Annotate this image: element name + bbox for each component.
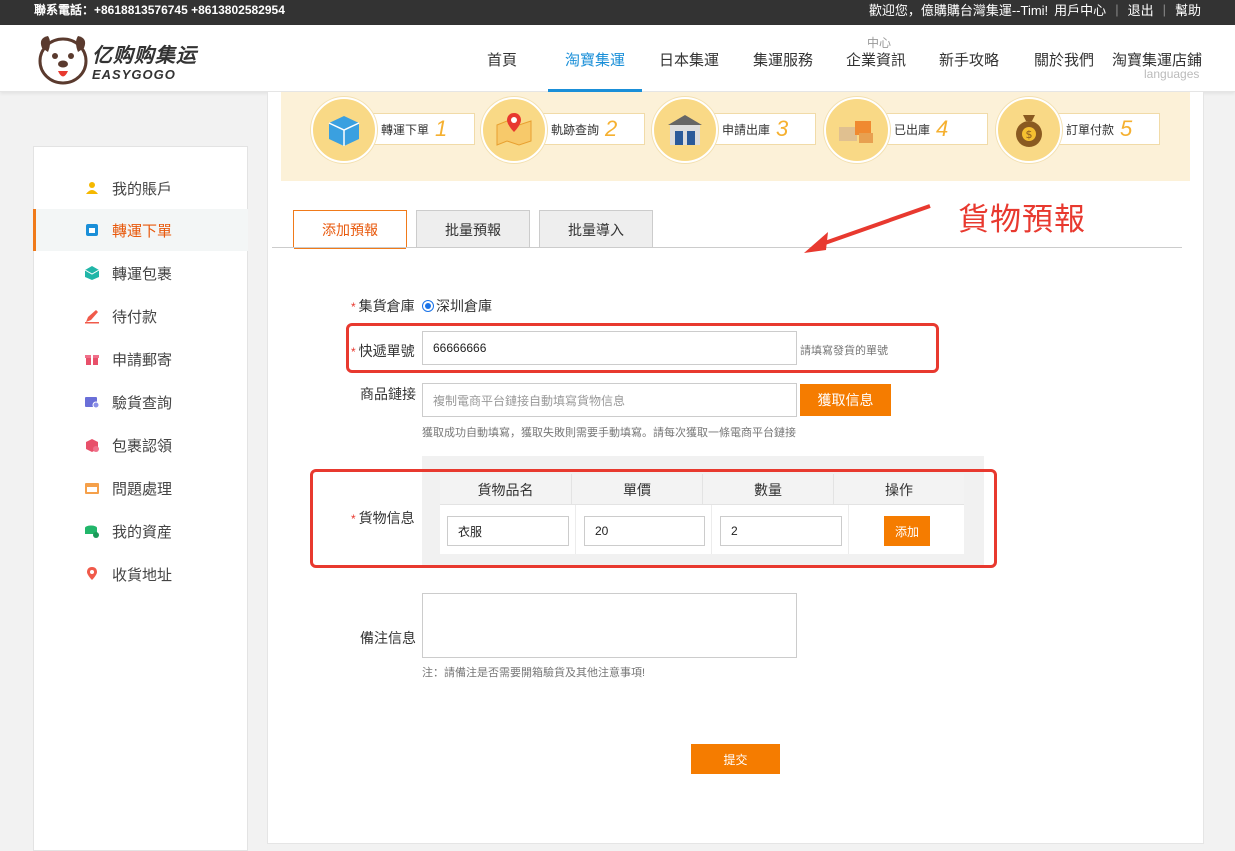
contact-phone: 聯系電話：+8618813576745 +8613802582954 <box>34 3 285 17</box>
order-icon <box>84 222 100 238</box>
tab-label: 批量預報 <box>445 221 501 238</box>
step-ribbon: 訂單付款 5 <box>1050 113 1160 145</box>
sidebar-label: 轉運下單 <box>112 222 173 240</box>
sidebar-item-forward-package[interactable]: 轉運包裹 <box>34 252 248 294</box>
annotation-arrow-icon <box>804 204 931 253</box>
step-number: 2 <box>605 116 618 141</box>
tab-label: 批量導入 <box>568 221 624 238</box>
sidebar-label: 包裹認領 <box>112 437 173 455</box>
sidebar-item-pending-payment[interactable]: 待付款 <box>34 295 248 337</box>
tabs-divider <box>272 247 1182 248</box>
sidebar-label: 我的賬戶 <box>112 180 173 198</box>
welcome-text: 歡迎您，億購購台灣集運--Timi! <box>868 2 1049 18</box>
step-number: 1 <box>435 116 448 141</box>
coins-icon <box>84 523 100 539</box>
step-label: 轉運下單 <box>381 122 430 137</box>
inspection-icon <box>84 394 100 410</box>
highlight-box-tracking <box>346 323 939 373</box>
user-center-link[interactable]: 用戶中心 <box>1054 0 1106 19</box>
submit-button[interactable]: 提交 <box>691 744 780 774</box>
warehouse-icon <box>652 97 718 163</box>
step-label: 申請出庫 <box>722 122 771 137</box>
nav-japan-shipping[interactable]: 日本集運 <box>659 49 719 70</box>
tab-add-forecast[interactable]: 添加預報 <box>293 210 407 249</box>
step-number: 4 <box>936 116 949 141</box>
nav-taobao-shipping[interactable]: 淘寶集運 <box>565 49 625 70</box>
product-link-input[interactable]: 複制電商平台鏈接自動填寫貨物信息 <box>422 383 797 417</box>
sidebar-item-package-claim[interactable]: 包裹認領 <box>34 424 248 466</box>
remark-hint: 注：請備注是否需要開箱驗貨及其他注意事項! <box>422 667 646 679</box>
highlight-box-goods <box>310 469 997 568</box>
location-pin-icon <box>84 566 100 582</box>
remark-label: 備注信息 <box>360 630 416 646</box>
step-ribbon: 轉運下單 1 <box>365 113 475 145</box>
radio-selected-icon[interactable] <box>422 300 434 312</box>
step-label: 軌跡查詢 <box>551 122 600 137</box>
sidebar-item-shipping-address[interactable]: 收貨地址 <box>34 553 248 595</box>
sidebar-item-apply-mail[interactable]: 申請郵寄 <box>34 338 248 380</box>
user-group-icon <box>84 180 100 196</box>
step-number: 5 <box>1120 116 1133 141</box>
calendar-icon <box>84 480 100 496</box>
nav-company-info[interactable]: 企業資訊 <box>846 49 906 70</box>
map-pin-icon <box>481 97 547 163</box>
step-label: 已出庫 <box>894 122 931 137</box>
help-link[interactable]: 幫助 <box>1175 0 1201 19</box>
nav-beginner-guide[interactable]: 新手攻略 <box>939 49 999 70</box>
annotation-label: 貨物預報 <box>958 202 1086 237</box>
step-label: 訂單付款 <box>1066 122 1115 137</box>
nav-shipping-service[interactable]: 集運服務 <box>753 49 813 70</box>
sidebar-label: 轉運包裹 <box>112 265 173 283</box>
nav-about-us[interactable]: 關於我們 <box>1034 49 1094 70</box>
sidebar-item-forward-order[interactable]: 轉運下單 <box>33 209 248 251</box>
sidebar-label: 我的資産 <box>112 523 173 541</box>
tab-label: 添加預報 <box>322 221 378 238</box>
user-links: 歡迎您，億購購台灣集運--Timi! 用戶中心 | 退出 | 幫助 <box>869 0 1201 18</box>
sidebar-item-inspection-query[interactable]: 驗貨查詢 <box>34 381 248 423</box>
sidebar-item-my-assets[interactable]: 我的資産 <box>34 510 248 552</box>
sidebar-label: 收貨地址 <box>112 566 173 584</box>
sidebar-item-my-account[interactable]: 我的賬戶 <box>34 167 248 209</box>
warehouse-label: * 集貨倉庫 <box>351 296 415 316</box>
tab-batch-import[interactable]: 批量導入 <box>539 210 653 248</box>
sidebar-item-issue-handling[interactable]: 問題處理 <box>34 467 248 509</box>
divider: | <box>1162 1 1166 17</box>
svg-text:$: $ <box>1026 128 1033 141</box>
gift-box-icon <box>84 351 100 367</box>
step-number: 3 <box>776 116 789 141</box>
field-label: 集貨倉庫 <box>358 298 415 314</box>
sidebar-label: 待付款 <box>112 308 158 326</box>
shipped-boxes-icon <box>824 97 890 163</box>
product-link-label: 商品鏈接 <box>360 386 416 402</box>
cube-icon <box>84 265 100 281</box>
main-nav: 中心 首頁 淘寶集運 日本集運 集運服務 企業資訊 新手攻略 關於我們 淘寶集運… <box>0 25 1235 92</box>
sidebar-label: 驗貨查詢 <box>112 394 173 412</box>
language-switch[interactable]: languages <box>1144 67 1199 81</box>
step-ribbon: 軌跡查詢 2 <box>535 113 645 145</box>
pen-icon <box>84 308 100 324</box>
sidebar-label: 問題處理 <box>112 480 173 498</box>
tab-batch-forecast[interactable]: 批量預報 <box>416 210 530 248</box>
step-ribbon: 申請出庫 3 <box>706 113 816 145</box>
sidebar: 我的賬戶 轉運下單 轉運包裹 待付款 申請郵寄 驗貨查詢 包裹認領 問題處理 我… <box>33 146 248 851</box>
process-steps-banner: 轉運下單 1 軌跡查詢 2 申請出庫 3 已出庫 4 訂單付款 5 $ <box>281 92 1190 181</box>
product-link-hint: 獲取成功自動填寫，獲取失敗則需要手動填寫。請每次獲取一條電商平台鏈接 <box>422 427 796 439</box>
warehouse-radio[interactable]: 深圳倉庫 <box>422 296 492 316</box>
divider: | <box>1115 1 1119 17</box>
top-bar: 聯系電話：+8618813576745 +8613802582954 歡迎您，億… <box>0 0 1235 25</box>
remark-textarea[interactable] <box>422 593 797 658</box>
money-bag-icon: $ <box>996 97 1062 163</box>
sidebar-label: 申請郵寄 <box>112 351 173 369</box>
warehouse-value: 深圳倉庫 <box>436 298 492 314</box>
required-mark: * <box>351 300 356 314</box>
step-ribbon: 已出庫 4 <box>878 113 988 145</box>
nav-home[interactable]: 首頁 <box>487 49 517 70</box>
fetch-info-button[interactable]: 獲取信息 <box>800 384 891 416</box>
site-header: 亿购购集运 EASYGOGO 中心 首頁 淘寶集運 日本集運 集運服務 企業資訊… <box>0 25 1235 92</box>
package-claim-icon <box>84 437 100 453</box>
logout-link[interactable]: 退出 <box>1128 0 1154 19</box>
box-icon <box>311 97 377 163</box>
